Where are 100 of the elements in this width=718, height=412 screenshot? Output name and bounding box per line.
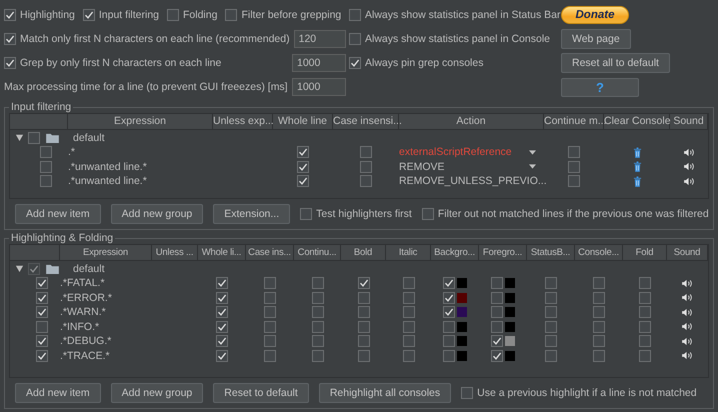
checkbox[interactable] <box>312 277 324 290</box>
button[interactable]: Add new group <box>110 204 204 224</box>
dropdown-caret-icon[interactable] <box>529 150 536 155</box>
speaker-icon[interactable] <box>684 148 694 157</box>
checkbox[interactable] <box>491 306 503 318</box>
column-header[interactable]: Sound <box>667 245 708 260</box>
checkbox[interactable] <box>443 320 455 333</box>
column-header[interactable]: Continue m... <box>544 114 604 129</box>
checkbox[interactable] <box>545 277 557 290</box>
checkbox[interactable] <box>545 350 557 362</box>
column-header[interactable]: Action <box>399 114 544 129</box>
checkbox[interactable] <box>36 292 48 304</box>
checkbox[interactable] <box>40 146 52 158</box>
checkbox[interactable] <box>639 292 651 304</box>
checkbox[interactable] <box>349 33 361 45</box>
checkbox[interactable] <box>28 132 40 144</box>
dropdown-caret-icon[interactable] <box>529 164 536 170</box>
checkbox[interactable] <box>264 277 276 290</box>
color-swatch[interactable] <box>457 307 467 318</box>
color-swatch[interactable] <box>505 307 515 318</box>
speaker-icon[interactable] <box>682 308 693 317</box>
checkbox[interactable] <box>568 175 580 188</box>
checkbox[interactable] <box>4 9 16 21</box>
checkbox[interactable] <box>568 146 580 158</box>
help-button[interactable]: ? <box>561 78 639 96</box>
color-swatch[interactable] <box>505 350 515 361</box>
button[interactable]: Reset all to default <box>561 53 670 73</box>
column-header[interactable]: Expression <box>68 114 213 129</box>
color-swatch[interactable] <box>457 350 467 361</box>
checkbox[interactable] <box>443 277 455 290</box>
column-header[interactable]: Case ins... <box>246 245 294 260</box>
number-field[interactable]: 1000 <box>292 54 346 72</box>
checkbox[interactable] <box>358 320 370 333</box>
color-swatch[interactable] <box>505 336 515 346</box>
checkbox[interactable] <box>491 292 503 304</box>
number-field[interactable]: 120 <box>294 30 346 48</box>
column-header[interactable]: Foregro... <box>479 245 527 260</box>
checkbox[interactable] <box>402 350 414 362</box>
checkbox[interactable] <box>4 33 16 45</box>
checkbox[interactable] <box>443 335 455 348</box>
checkbox[interactable] <box>216 320 228 333</box>
checkbox[interactable] <box>349 57 361 69</box>
checkbox[interactable] <box>360 175 372 188</box>
column-header[interactable]: Italic <box>386 245 431 260</box>
checkbox[interactable] <box>639 320 651 333</box>
color-swatch[interactable] <box>457 336 467 346</box>
checkbox[interactable] <box>358 292 370 304</box>
checkbox[interactable] <box>4 57 16 69</box>
checkbox[interactable] <box>422 208 434 220</box>
trash-icon[interactable] <box>632 146 642 158</box>
checkbox[interactable] <box>593 335 605 348</box>
checkbox[interactable] <box>264 350 276 362</box>
checkbox[interactable] <box>312 335 324 348</box>
checkbox[interactable] <box>349 9 361 21</box>
checkbox[interactable] <box>167 9 179 21</box>
number-field[interactable]: 1000 <box>292 78 346 96</box>
checkbox[interactable] <box>639 335 651 348</box>
checkbox[interactable] <box>40 160 52 173</box>
checkbox[interactable] <box>491 320 503 333</box>
button[interactable]: Web page <box>561 29 631 49</box>
checkbox[interactable] <box>443 306 455 318</box>
checkbox[interactable] <box>312 306 324 318</box>
column-header[interactable]: Fold <box>623 245 667 260</box>
checkbox[interactable] <box>358 335 370 348</box>
checkbox[interactable] <box>297 175 309 188</box>
checkbox[interactable] <box>461 387 474 399</box>
checkbox[interactable] <box>545 335 557 348</box>
checkbox[interactable] <box>639 306 651 318</box>
checkbox[interactable] <box>443 350 455 362</box>
button[interactable]: Rehighlight all consoles <box>318 383 452 403</box>
speaker-icon[interactable] <box>682 336 693 346</box>
button[interactable]: Add new item <box>15 383 101 403</box>
checkbox[interactable] <box>297 146 309 158</box>
checkbox[interactable] <box>545 292 557 304</box>
checkbox[interactable] <box>402 306 414 318</box>
checkbox[interactable] <box>593 350 605 362</box>
checkbox[interactable] <box>216 277 228 290</box>
color-swatch[interactable] <box>457 322 467 332</box>
color-swatch[interactable] <box>505 322 515 332</box>
checkbox[interactable] <box>568 160 580 173</box>
checkbox[interactable] <box>36 306 48 318</box>
column-header[interactable]: StatusB... <box>527 245 575 260</box>
checkbox[interactable] <box>36 277 48 290</box>
donate-button[interactable]: Donate <box>561 6 629 24</box>
color-swatch[interactable] <box>505 278 515 288</box>
checkbox[interactable] <box>593 277 605 290</box>
checkbox[interactable] <box>402 277 414 290</box>
trash-icon[interactable] <box>632 176 642 187</box>
column-header[interactable]: Whole li... <box>198 245 246 260</box>
checkbox[interactable] <box>593 292 605 304</box>
checkbox[interactable] <box>593 306 605 318</box>
checkbox[interactable] <box>264 292 276 304</box>
button[interactable]: Add new item <box>15 204 101 224</box>
checkbox[interactable] <box>216 306 228 318</box>
checkbox[interactable] <box>264 335 276 348</box>
speaker-icon[interactable] <box>682 322 693 332</box>
expand-caret-icon[interactable] <box>15 264 24 273</box>
checkbox[interactable] <box>402 335 414 348</box>
checkbox[interactable] <box>545 306 557 318</box>
checkbox[interactable] <box>358 306 370 318</box>
